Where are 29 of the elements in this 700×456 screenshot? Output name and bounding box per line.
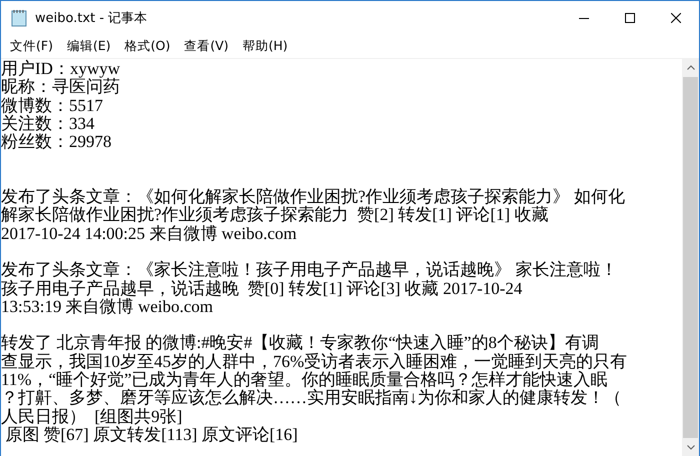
text-line: ？打鼾、多梦、磨牙等应该怎么解决……实用安眠指南↓为你和家人的健康转发！（ xyxy=(1,389,622,408)
text-line: 孩子用电子产品越早，说话越晚 赞[0] 转发[1] 评论[3] 收藏 2017-10-24 xyxy=(1,280,522,298)
scrollbar[interactable] xyxy=(682,59,699,456)
text-line: 关注数：334 xyxy=(1,114,94,133)
maximize-icon[interactable] xyxy=(625,12,635,22)
text-line: 昵称：寻医问药 xyxy=(1,78,120,97)
text-line: 转发了 北京青年报 的微博:#晚安#【收藏！专家教你“快速入睡”的8个秘诀】有调 xyxy=(1,334,599,352)
text-line: 人民日报） [组图共9张] xyxy=(1,408,182,426)
menu-item[interactable]: 格式(O) xyxy=(118,36,178,56)
menu-item[interactable]: 帮助(H) xyxy=(236,36,295,56)
text-line: 2017-10-24 14:00:25 来自微博 weibo.com xyxy=(1,224,297,243)
text-line: 用户ID：xywyw xyxy=(1,60,120,78)
text-line: 13:53:19 来自微博 weibo.com xyxy=(1,298,214,316)
menu-item[interactable]: 文件(F) xyxy=(3,36,60,56)
scroll-up-icon[interactable] xyxy=(686,65,694,70)
menu-item[interactable]: 查看(V) xyxy=(177,36,236,56)
text-line: 查显示，我国10岁至45岁的人群中，76%受访者表示入睡困难，一觉睡到天亮的只有 xyxy=(1,352,628,371)
close-icon[interactable] xyxy=(671,12,681,22)
text-line: 发布了头条文章：《家长注意啦！孩子用电子产品越早，说话越晚》 家长注意啦！ xyxy=(1,261,618,280)
text-line: 原图 赞[67] 原文转发[113] 原文评论[16] xyxy=(4,426,298,444)
text-line: 微博数：5517 xyxy=(1,96,103,115)
menu-item[interactable]: 编辑(E) xyxy=(60,36,118,56)
scroll-down-icon[interactable] xyxy=(686,445,694,450)
text-line: 解家长陪做作业困扰?作业须考虑孩子探索能力 赞[2] 转发[1] 评论[1] 收藏 xyxy=(1,206,548,225)
notepad-icon xyxy=(11,8,27,26)
text-line: 发布了头条文章：《如何化解家长陪做作业困扰?作业须考虑孩子探索能力》 如何化 xyxy=(1,188,625,206)
text-line: 11%，“睡个好觉”已成为青年人的奢望。你的睡眠质量合格吗？怎样才能快速入眠 xyxy=(1,371,608,390)
text-line: 粉丝数：29978 xyxy=(1,133,112,152)
window-title: weibo.txt - 记事本 xyxy=(35,10,148,26)
